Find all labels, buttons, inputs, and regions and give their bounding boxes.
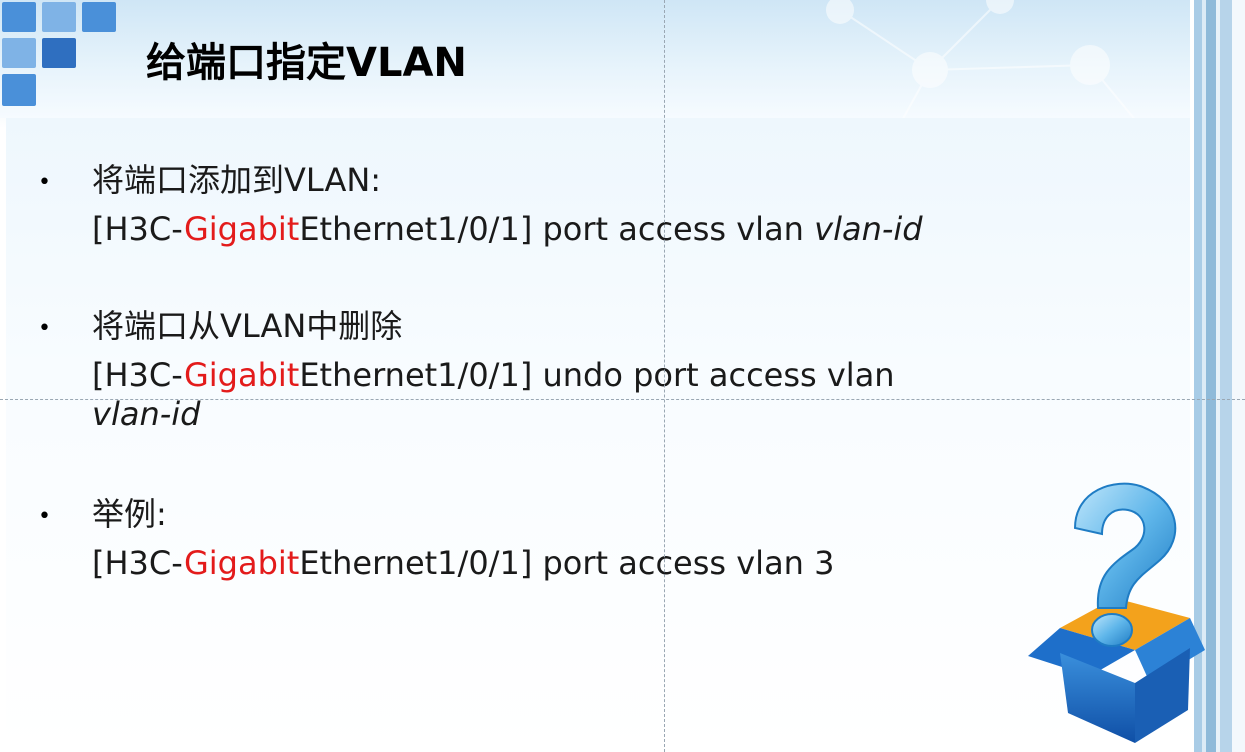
bullet-heading: 将端口从VLAN中删除 bbox=[92, 307, 403, 345]
bullet-dot: • bbox=[38, 504, 51, 529]
bullet-item: • 将端口添加到VLAN: [H3C-GigabitEthernet1/0/1]… bbox=[38, 160, 938, 250]
command-prefix: [H3C- bbox=[92, 356, 184, 394]
command-text: Ethernet1/0/1] port access vlan 3 bbox=[299, 544, 835, 582]
command-prefix: [H3C- bbox=[92, 210, 184, 248]
command-param: vlan-id bbox=[92, 395, 201, 433]
command-text: Ethernet1/0/1] port access vlan bbox=[299, 210, 815, 248]
command-line: [H3C-GigabitEthernet1/0/1] port access v… bbox=[92, 543, 834, 583]
command-line: [H3C-GigabitEthernet1/0/1] undo port acc… bbox=[92, 355, 895, 395]
logo-squares bbox=[0, 0, 120, 110]
question-mark-box-icon bbox=[1028, 482, 1205, 743]
command-highlight: Gigabit bbox=[183, 356, 300, 394]
guide-line-vertical bbox=[664, 0, 665, 752]
guide-line-horizontal bbox=[0, 399, 1245, 400]
bullet-item: • 举例: [H3C-GigabitEthernet1/0/1] port ac… bbox=[38, 494, 938, 584]
command-prefix: [H3C- bbox=[92, 544, 184, 582]
command-highlight: Gigabit bbox=[183, 544, 300, 582]
bullet-dot: • bbox=[38, 170, 51, 195]
command-text: Ethernet1/0/1] undo port access vlan bbox=[299, 356, 895, 394]
bullet-heading: 举例: bbox=[92, 495, 167, 533]
bullet-heading: 将端口添加到VLAN: bbox=[92, 161, 382, 199]
bullet-dot: • bbox=[38, 316, 51, 341]
slide-title: 给端口指定VLAN bbox=[146, 40, 467, 86]
bullet-item: • 将端口从VLAN中删除 [H3C-GigabitEthernet1/0/1]… bbox=[38, 306, 938, 436]
command-line: [H3C-GigabitEthernet1/0/1] port access v… bbox=[92, 209, 923, 249]
command-highlight: Gigabit bbox=[183, 210, 300, 248]
command-param: vlan-id bbox=[814, 210, 923, 248]
